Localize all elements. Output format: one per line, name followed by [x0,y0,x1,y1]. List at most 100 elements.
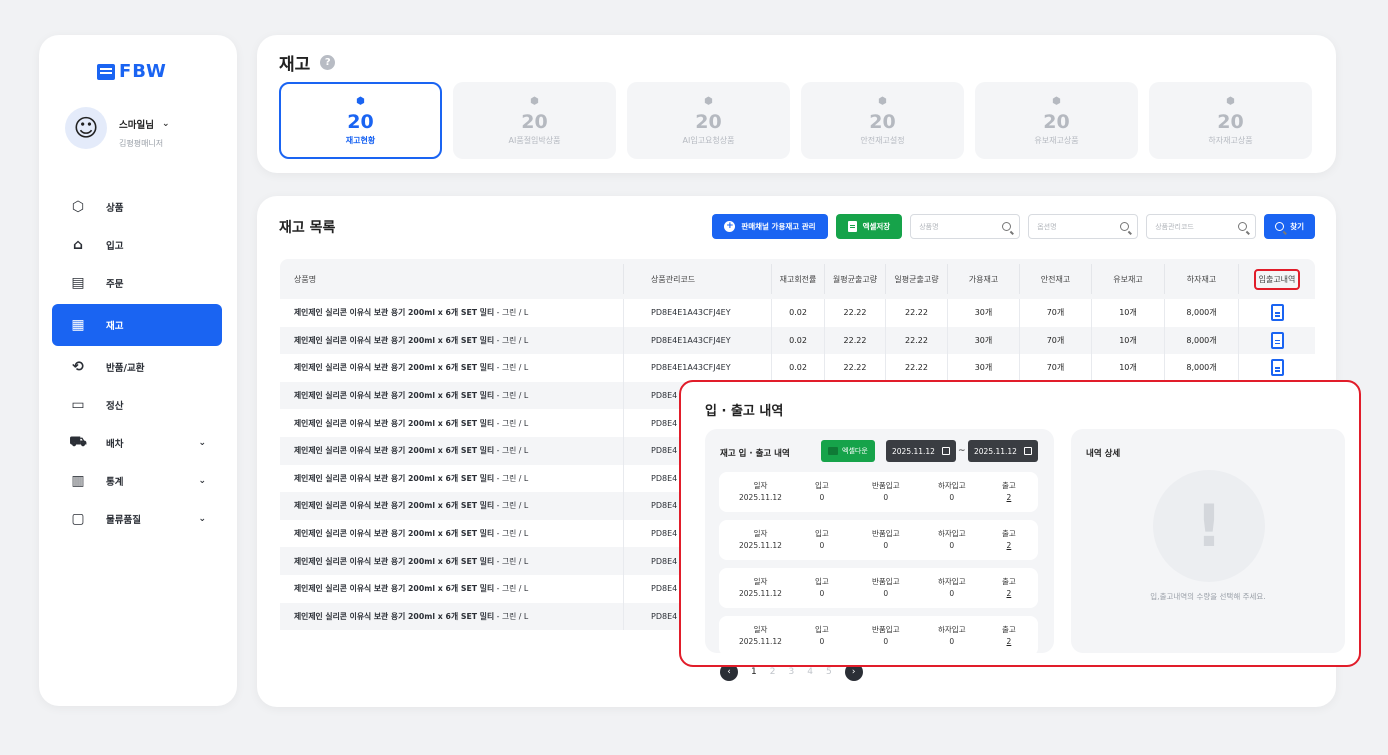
date-to-picker[interactable]: 2025.11.12 [968,440,1038,462]
chat-icon: ▢ [71,511,85,527]
product-name-search[interactable]: 상품명 [910,214,1021,239]
channel-stock-button[interactable]: + 판매채널 가용재고 관리 [712,214,828,239]
cube-icon: ⬢ [1226,95,1235,107]
history-field-out[interactable]: 출고 2 [1002,480,1016,504]
stat-card-4[interactable]: ⬢ 20 유보재고상품 [975,82,1138,159]
history-field-value: 0 [883,493,889,502]
avail-cell: 30개 [948,299,1020,327]
history-field-out[interactable]: 출고 2 [1002,624,1016,648]
product-name: 제인제인 실리콘 이유식 보관 용기 200ml x 6개 SET 밀티 [294,529,495,539]
sidebar-item-4[interactable]: ⟲ 반품/교환 [52,348,222,386]
history-field-out[interactable]: 출고 2 [1002,528,1016,552]
stock-summary-panel: 재고 ? ⬢ 20 재고현황 ⬢ 20 AI품절임박상품 ⬢ 20 AI입고요청상품 ⬢ 20 안전재… [257,35,1336,173]
search-button[interactable]: 찾기 [1264,214,1315,239]
history-list-panel: 재고 입 · 출고 내역 엑셀다운 2025.11.12 ~ 2025.11.1… [705,429,1054,653]
page-1[interactable]: 1 [751,667,757,677]
file-icon[interactable] [1270,304,1284,322]
search-icon [1275,222,1285,231]
chevron-down-icon: ⌄ [198,476,206,486]
page-5[interactable]: 5 [826,667,832,677]
safe-cell: 70개 [1020,326,1092,355]
column-header: 가용재고 [948,264,1020,294]
stat-value: 20 [869,110,896,133]
column-header: 하자재고 [1165,264,1239,294]
brand-logo[interactable]: FBW [97,61,167,82]
product-name: 제인제인 실리콘 이유식 보관 용기 200ml x 6개 SET 밀티 [294,501,495,511]
history-cell [1239,327,1315,355]
stat-value: 20 [1217,110,1244,133]
page-2[interactable]: 2 [770,667,776,677]
stat-card-0[interactable]: ⬢ 20 재고현황 [279,82,442,159]
history-field-value[interactable]: 2 [1007,636,1012,648]
excel-download-button[interactable]: 엑셀다운 [821,440,875,462]
excel-save-button[interactable]: 엑셀저장 [835,214,903,239]
card-icon: ▭ [71,397,85,413]
file-icon[interactable] [1270,331,1284,349]
stat-label: 재고현황 [345,135,376,145]
help-icon[interactable]: ? [320,55,336,70]
product-name-cell: 제인제인 실리콘 이유식 보관 용기 200ml x 6개 SET 밀티 - 그… [280,436,624,465]
history-field-out[interactable]: 출고 2 [1002,576,1016,600]
page-4[interactable]: 4 [807,667,813,677]
history-field-in: 입고 0 [815,576,829,600]
column-header: 입출고내역 [1239,264,1315,294]
stat-label: AI품절임박상품 [508,135,561,145]
reserve-cell: 10개 [1092,354,1165,382]
day-cell: 22.22 [886,299,948,327]
table-row[interactable]: 제인제인 실리콘 이유식 보관 용기 200ml x 6개 SET 밀티 - 그… [280,326,1315,355]
stat-card-5[interactable]: ⬢ 20 하자재고상품 [1149,82,1312,159]
product-code: PD8E4E1A43CFJ4EY [624,326,772,355]
sidebar-item-3[interactable]: ▦ 재고 [52,304,222,346]
user-menu[interactable]: 스마일님 ⌄ [119,117,170,131]
sidebar-item-8[interactable]: ▢ 물류품질 ⌄ [52,500,222,538]
table-row[interactable]: 제인제인 실리콘 이유식 보관 용기 200ml x 6개 SET 밀티 - 그… [280,354,1315,382]
day-cell: 22.22 [886,326,948,355]
page-3[interactable]: 3 [788,667,794,677]
history-record[interactable]: 일자 2025.11.12 입고 0 반품입고 0 하자입고 0 출고 2 [719,616,1038,653]
sidebar-item-2[interactable]: ▤ 주문 [52,264,222,302]
product-name-cell: 제인제인 실리콘 이유식 보관 용기 200ml x 6개 SET 밀티 - 그… [280,354,624,382]
product-name-cell: 제인제인 실리콘 이유식 보관 용기 200ml x 6개 SET 밀티 - 그… [280,464,624,493]
sidebar-item-6[interactable]: ⛟ 배차 ⌄ [52,424,222,462]
product-code-search[interactable]: 상품관리코드 [1146,214,1257,239]
inout-history-modal: 입 · 출고 내역 재고 입 · 출고 내역 엑셀다운 2025.11.12 ~… [679,380,1361,667]
history-field-value: 0 [883,541,889,550]
history-field-value[interactable]: 2 [1007,540,1012,552]
sidebar-item-7[interactable]: ▥ 통계 ⌄ [52,462,222,500]
product-option: - 그린 / L [494,501,529,511]
history-field-value: 0 [949,637,955,646]
column-header-label: 하자재고 [1186,274,1217,284]
history-field-value[interactable]: 2 [1007,588,1012,600]
file-icon[interactable] [1270,359,1284,377]
column-header-label: 입출고내역 [1253,268,1301,290]
stat-card-1[interactable]: ⬢ 20 AI품절임박상품 [453,82,616,159]
history-field-label: 입고 [815,529,829,538]
history-field-value[interactable]: 2 [1007,492,1012,504]
history-field-value: 0 [883,637,889,646]
exclamation-symbol: ! [1195,492,1223,560]
defect-cell: 8,000개 [1165,326,1239,355]
history-field-return: 반품입고 0 [872,624,900,648]
detail-title: 내역 상세 [1086,449,1121,459]
cube-icon: ⬢ [704,95,713,107]
sidebar-item-0[interactable]: ⬡ 상품 [52,188,222,226]
table-row[interactable]: 제인제인 실리콘 이유식 보관 용기 200ml x 6개 SET 밀티 - 그… [280,299,1315,327]
search-label: 찾기 [1290,222,1304,231]
stat-card-3[interactable]: ⬢ 20 안전재고설정 [801,82,964,159]
sidebar-item-5[interactable]: ▭ 정산 [52,386,222,424]
cube-icon: ⬢ [1052,95,1061,107]
stat-label: AI입고요청상품 [682,135,735,145]
history-record[interactable]: 일자 2025.11.12 입고 0 반품입고 0 하자입고 0 출고 2 [719,520,1038,560]
option-name-search[interactable]: 옵션명 [1028,214,1139,239]
column-header-label: 유보재고 [1113,274,1143,284]
history-field-value: 2025.11.12 [739,541,782,550]
avatar[interactable]: ☺ [65,107,107,149]
history-record[interactable]: 일자 2025.11.12 입고 0 반품입고 0 하자입고 0 출고 2 [719,568,1038,608]
calendar-icon [1024,447,1032,455]
history-detail-panel: 내역 상세 ! 입,출고내역의 수량을 선택해 주세요. [1071,429,1345,653]
history-record[interactable]: 일자 2025.11.12 입고 0 반품입고 0 하자입고 0 출고 2 [719,472,1038,512]
date-from-picker[interactable]: 2025.11.12 [886,440,956,462]
stat-card-2[interactable]: ⬢ 20 AI입고요청상품 [627,82,790,159]
product-option: - 그린 / L [494,584,529,594]
sidebar-item-1[interactable]: ⌂ 입고 [52,226,222,264]
